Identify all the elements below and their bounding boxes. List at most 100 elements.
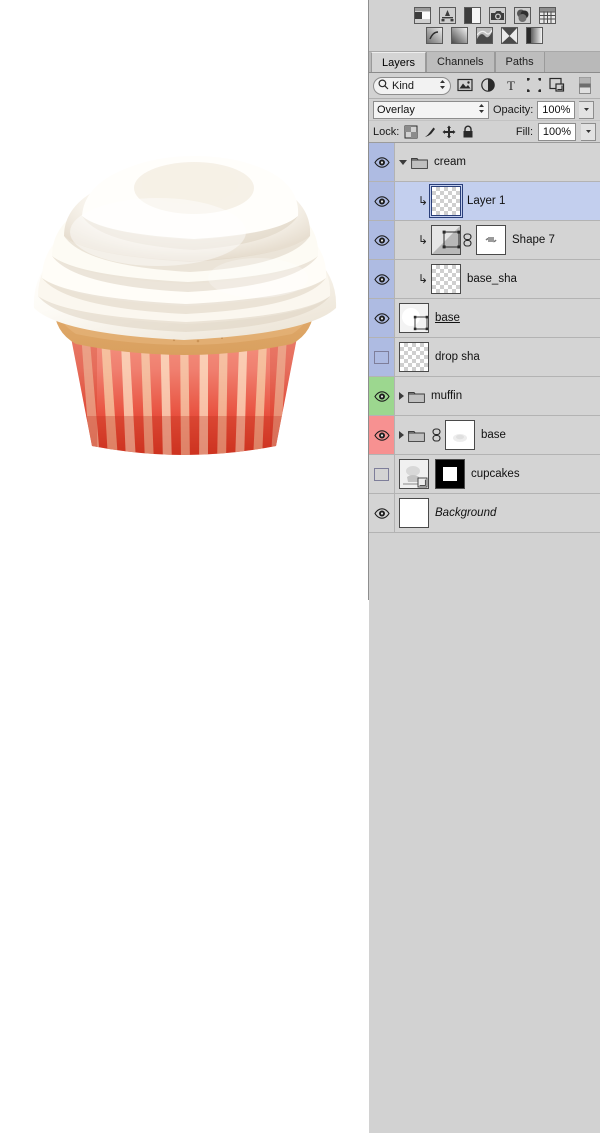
- filter-type-layers-icon[interactable]: T: [503, 77, 520, 94]
- vibrance-icon[interactable]: [514, 7, 531, 24]
- layer-row[interactable]: cream: [369, 143, 600, 182]
- eye-icon: [374, 274, 390, 285]
- layer-row[interactable]: base: [369, 299, 600, 338]
- filter-toggle-switch[interactable]: [579, 77, 596, 94]
- layer-row-body[interactable]: drop sha: [395, 338, 600, 376]
- layer-row-body[interactable]: muffin: [395, 377, 600, 415]
- filter-pixel-layers-icon[interactable]: [457, 77, 474, 94]
- folder-icon: [408, 429, 425, 442]
- color-lookup-icon[interactable]: [526, 27, 543, 44]
- layer-visibility-toggle[interactable]: [369, 299, 395, 337]
- layer-mask-thumbnail[interactable]: [445, 420, 475, 450]
- fill-label: Fill:: [516, 126, 533, 138]
- opacity-input[interactable]: 100%: [537, 101, 575, 119]
- channel-mixer-icon[interactable]: [501, 27, 518, 44]
- link-icon[interactable]: [431, 428, 442, 442]
- layer-thumbnail-transparent[interactable]: [431, 264, 461, 294]
- layer-row[interactable]: ↳Layer 1: [369, 182, 600, 221]
- lock-image-pixels-icon[interactable]: [423, 125, 437, 139]
- layer-visibility-toggle[interactable]: [369, 260, 395, 298]
- layer-row[interactable]: base: [369, 416, 600, 455]
- layer-name[interactable]: Layer 1: [467, 195, 505, 207]
- layer-row-body[interactable]: ↳Layer 1: [395, 182, 600, 220]
- eye-icon: [374, 391, 390, 402]
- layer-name[interactable]: Background: [435, 507, 496, 519]
- curves-icon[interactable]: [464, 7, 481, 24]
- layers-list[interactable]: cream ↳Layer 1↳Shape 7 ↳ base_shabase drop s…: [369, 143, 600, 533]
- clipping-mask-arrow: ↳: [417, 273, 429, 285]
- folder-icon: [408, 429, 425, 442]
- tab-paths[interactable]: Paths: [495, 52, 545, 72]
- layer-name[interactable]: base: [481, 429, 506, 441]
- layer-visibility-toggle[interactable]: [369, 338, 395, 376]
- opacity-stepper-button[interactable]: [579, 101, 594, 119]
- layer-name[interactable]: Shape 7: [512, 234, 555, 246]
- layer-thumbnail-transparent[interactable]: [399, 342, 429, 372]
- folder-icon: [411, 156, 428, 169]
- layer-row[interactable]: Background: [369, 494, 600, 533]
- layer-visibility-toggle[interactable]: [369, 416, 395, 454]
- levels-icon[interactable]: [439, 7, 456, 24]
- group-disclosure-triangle[interactable]: [399, 160, 407, 165]
- filter-smart-object-icon[interactable]: [549, 77, 566, 94]
- photo-filter-icon[interactable]: [476, 27, 493, 44]
- layer-row-body[interactable]: Background: [395, 494, 600, 532]
- layer-row[interactable]: drop sha: [369, 338, 600, 377]
- hue-saturation-icon[interactable]: [539, 7, 556, 24]
- layer-name[interactable]: cupcakes: [471, 468, 520, 480]
- layer-visibility-toggle[interactable]: [369, 455, 395, 493]
- fill-stepper-button[interactable]: [581, 123, 596, 141]
- layer-name[interactable]: muffin: [431, 390, 462, 402]
- panel-tabbar: Layers Channels Paths: [369, 52, 600, 73]
- layer-row-body[interactable]: cupcakes: [395, 455, 600, 493]
- layer-thumbnail-transparent[interactable]: [431, 186, 461, 216]
- lock-all-icon[interactable]: [461, 125, 475, 139]
- brightness-contrast-icon[interactable]: [414, 7, 431, 24]
- layer-row-body[interactable]: ↳Shape 7: [395, 221, 600, 259]
- layer-row-body[interactable]: ↳ base_sha: [395, 260, 600, 298]
- layer-mask-thumbnail[interactable]: [435, 459, 465, 489]
- black-white-icon[interactable]: [451, 27, 468, 44]
- fill-input[interactable]: 100%: [538, 123, 576, 141]
- tab-layers[interactable]: Layers: [371, 52, 426, 72]
- filter-shape-layers-icon[interactable]: [526, 77, 543, 94]
- layer-thumbnail-white[interactable]: [399, 498, 429, 528]
- layer-row[interactable]: ↳ base_sha: [369, 260, 600, 299]
- layer-row[interactable]: muffin: [369, 377, 600, 416]
- layer-name[interactable]: base_sha: [467, 273, 517, 285]
- layer-row-body[interactable]: base: [395, 299, 600, 337]
- eye-icon: [374, 430, 390, 441]
- layer-row[interactable]: ↳Shape 7: [369, 221, 600, 260]
- color-balance-icon[interactable]: [426, 27, 443, 44]
- layer-visibility-toggle[interactable]: [369, 182, 395, 220]
- eye-off-box: [374, 468, 389, 481]
- layer-name[interactable]: base: [435, 312, 460, 324]
- document-canvas[interactable]: [0, 0, 368, 600]
- blend-mode-value: Overlay: [377, 104, 415, 116]
- layer-thumbnail-shape-white[interactable]: [399, 303, 429, 333]
- layer-thumbnail-shape[interactable]: [431, 225, 461, 255]
- exposure-icon[interactable]: [489, 7, 506, 24]
- link-icon[interactable]: [462, 233, 473, 247]
- layer-visibility-toggle[interactable]: [369, 377, 395, 415]
- blend-mode-select[interactable]: Overlay: [373, 101, 489, 119]
- layer-row[interactable]: cupcakes: [369, 455, 600, 494]
- layer-visibility-toggle[interactable]: [369, 221, 395, 259]
- layer-row-body[interactable]: base: [395, 416, 600, 454]
- layer-visibility-toggle[interactable]: [369, 494, 395, 532]
- layer-vector-mask-thumbnail[interactable]: [476, 225, 506, 255]
- filter-kind-label: Kind: [392, 80, 414, 92]
- tab-channels[interactable]: Channels: [426, 52, 494, 72]
- layer-name[interactable]: cream: [434, 156, 466, 168]
- lock-transparent-pixels-icon[interactable]: [404, 125, 418, 139]
- link-icon: [462, 233, 473, 247]
- filter-kind-select[interactable]: Kind: [373, 77, 451, 95]
- layer-thumbnail-smart-object[interactable]: [399, 459, 429, 489]
- layer-name[interactable]: drop sha: [435, 351, 480, 363]
- group-disclosure-triangle[interactable]: [399, 392, 404, 400]
- group-disclosure-triangle[interactable]: [399, 431, 404, 439]
- layer-row-body[interactable]: cream: [395, 143, 600, 181]
- layer-visibility-toggle[interactable]: [369, 143, 395, 181]
- lock-position-icon[interactable]: [442, 125, 456, 139]
- filter-adjustment-layers-icon[interactable]: [480, 77, 497, 94]
